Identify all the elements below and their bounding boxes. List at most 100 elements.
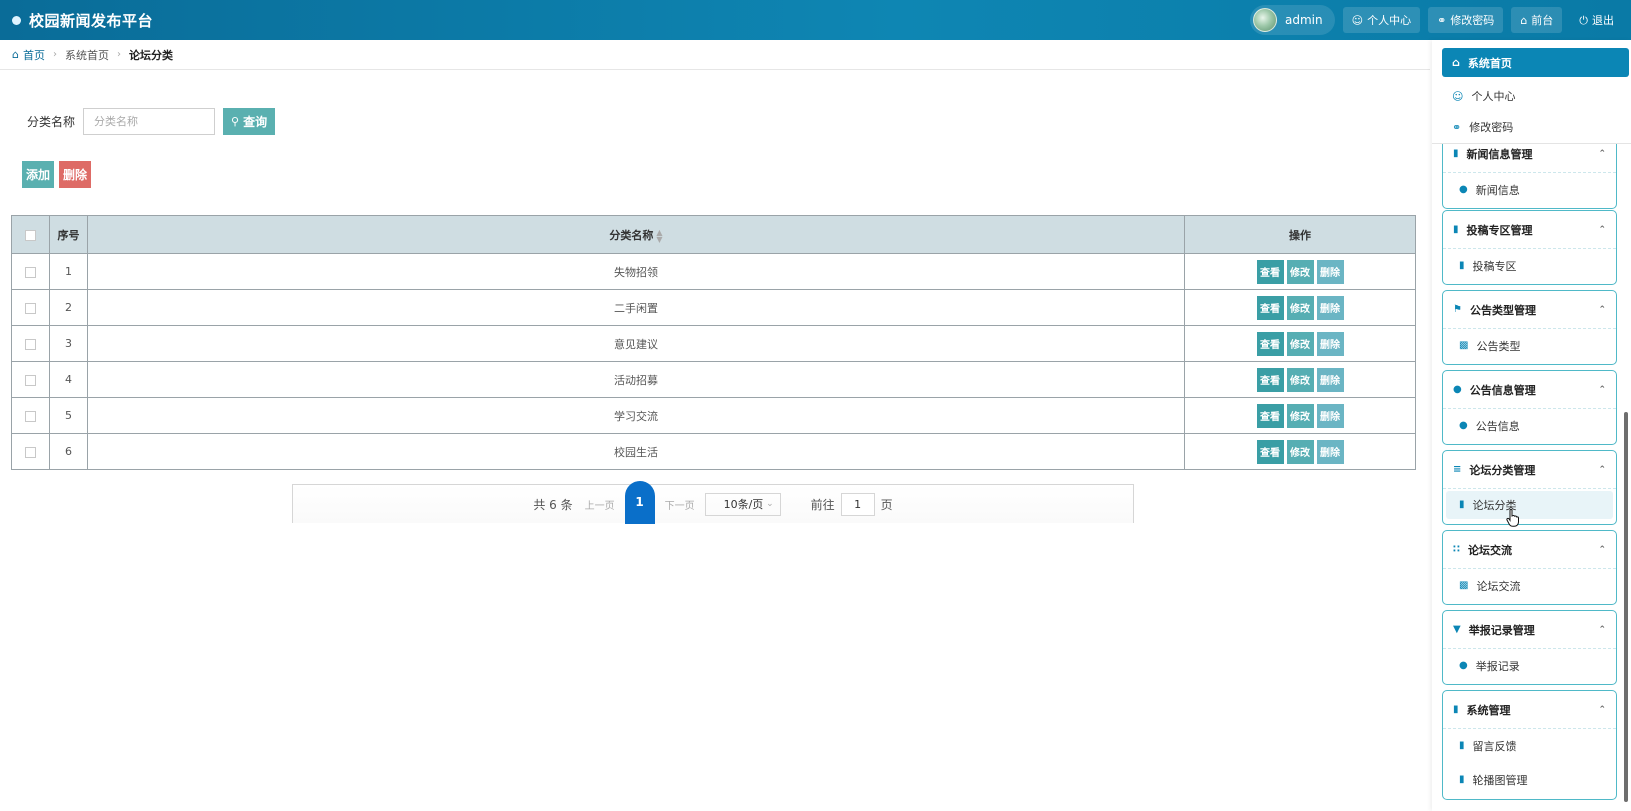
chevron-up-icon[interactable]: ⌃	[1598, 465, 1606, 475]
sidebar-personal-center-label: 个人中心	[1471, 90, 1516, 103]
search-input[interactable]	[83, 108, 216, 135]
chevron-right-icon: ›	[116, 49, 121, 60]
row-category-name: 活动招募	[86, 361, 1186, 398]
sidebar-item-personal-center[interactable]: ☺ 个人中心	[1442, 83, 1515, 109]
prev-page-button[interactable]: 上一页	[585, 497, 615, 512]
query-label: 查询	[243, 115, 268, 129]
sidebar-group-title: 举报记录管理	[1468, 623, 1535, 637]
sidebar-item[interactable]: ● 举报记录	[1443, 649, 1616, 683]
edit-button[interactable]: 修改	[1286, 403, 1314, 428]
sidebar-item[interactable]: ▮ 论坛分类	[1446, 491, 1613, 519]
select-all-checkbox[interactable]	[24, 229, 36, 241]
goto-page-input[interactable]	[840, 492, 875, 516]
sidebar-item[interactable]: ▩ 公告类型	[1443, 329, 1616, 363]
breadcrumb-level1[interactable]: 系统首页	[65, 47, 109, 63]
sidebar-item[interactable]: ● 新闻信息	[1443, 173, 1616, 207]
sidebar-group: ▮ 系统管理 ⌃ ▮ 留言反馈 ▮ 轮播图管理	[1442, 690, 1617, 800]
sidebar-item-home[interactable]: ⌂ 系统首页	[1442, 48, 1629, 77]
sidebar-item[interactable]: ▮ 留言反馈	[1443, 729, 1616, 763]
view-button[interactable]: 查看	[1256, 403, 1284, 428]
sort-icon[interactable]: ▲ ▼	[656, 228, 662, 243]
edit-button[interactable]: 修改	[1286, 295, 1314, 320]
category-table: 序号 分类名称 ▲ ▼ 操作 1 失物招领 查看 修改 删除 2 二手闲置 查看 修改 删除 3 意见建议…	[11, 215, 1416, 470]
row-checkbox[interactable]	[24, 410, 36, 422]
sidebar-scrollbar[interactable]	[1624, 412, 1628, 802]
user-name: admin	[1285, 13, 1323, 27]
view-button[interactable]: 查看	[1256, 331, 1284, 356]
home-icon: ⌂	[1520, 13, 1528, 27]
edit-button[interactable]: 修改	[1286, 439, 1314, 464]
chevron-right-icon: ›	[52, 49, 57, 60]
header-name-label: 分类名称	[609, 228, 654, 242]
sidebar-group-header[interactable]: ▮ 系统管理 ⌃	[1443, 691, 1616, 729]
row-checkbox[interactable]	[24, 338, 36, 350]
delete-button[interactable]: 删除	[1316, 259, 1344, 284]
view-button[interactable]: 查看	[1256, 259, 1284, 284]
view-button[interactable]: 查看	[1256, 439, 1284, 464]
front-end-button[interactable]: ⌂ 前台	[1511, 7, 1563, 33]
menu-item-icon: ▮	[1459, 740, 1465, 751]
chevron-up-icon[interactable]: ⌃	[1598, 705, 1606, 715]
view-button[interactable]: 查看	[1256, 367, 1284, 392]
view-button[interactable]: 查看	[1256, 295, 1284, 320]
query-button[interactable]: ⚲ 查询	[223, 108, 276, 135]
table-header-row: 序号 分类名称 ▲ ▼ 操作	[11, 215, 1416, 254]
sidebar-group-header[interactable]: ≡ 论坛分类管理 ⌃	[1443, 451, 1616, 489]
delete-button[interactable]: 删除	[1316, 331, 1344, 356]
sidebar-group-header[interactable]: ● 公告信息管理 ⌃	[1443, 371, 1616, 409]
edit-button[interactable]: 修改	[1286, 259, 1314, 284]
sidebar-item[interactable]: ▮ 轮播图管理	[1443, 763, 1616, 797]
row-checkbox[interactable]	[24, 302, 36, 314]
row-category-name: 二手闲置	[86, 289, 1186, 326]
goto-page: 前往 页	[811, 492, 893, 516]
sidebar-group-header[interactable]: ▼ 举报记录管理 ⌃	[1443, 611, 1616, 649]
change-password-button[interactable]: ⚭ 修改密码	[1428, 7, 1504, 33]
batch-delete-button[interactable]: 删除	[59, 161, 92, 188]
sidebar-group-header[interactable]: ⚑ 公告类型管理 ⌃	[1443, 291, 1616, 329]
row-checkbox[interactable]	[24, 446, 36, 458]
sidebar-group-header[interactable]: ▮ 投稿专区管理 ⌃	[1443, 211, 1616, 249]
sidebar-item-label: 举报记录	[1475, 660, 1520, 673]
group-icon: ▮	[1453, 703, 1459, 715]
logout-button[interactable]: ⏻ 退出	[1570, 7, 1623, 33]
chevron-up-icon[interactable]: ⌃	[1598, 305, 1606, 315]
table-row: 3 意见建议 查看 修改 删除	[11, 325, 1416, 362]
table-body: 1 失物招领 查看 修改 删除 2 二手闲置 查看 修改 删除 3 意见建议 查看 修改 删除 4 活动招募 查看…	[11, 253, 1416, 470]
sidebar-item[interactable]: ● 公告信息	[1443, 409, 1616, 443]
row-index: 6	[48, 433, 88, 470]
edit-button[interactable]: 修改	[1286, 331, 1314, 356]
edit-button[interactable]: 修改	[1286, 367, 1314, 392]
next-page-button[interactable]: 下一页	[665, 497, 695, 512]
table-row: 1 失物招领 查看 修改 删除	[11, 253, 1416, 290]
sidebar-item[interactable]: ▩ 论坛交流	[1443, 569, 1616, 603]
personal-center-button[interactable]: ☺ 个人中心	[1342, 7, 1421, 33]
row-checkbox[interactable]	[24, 266, 36, 278]
sidebar-item-change-password[interactable]: ⚭ 修改密码	[1442, 114, 1513, 140]
key-icon: ⚭	[1437, 13, 1447, 27]
sidebar-group-header[interactable]: ∷ 论坛交流 ⌃	[1443, 531, 1616, 569]
sidebar-item[interactable]: ▮ 投稿专区	[1443, 249, 1616, 283]
table-row: 5 学习交流 查看 修改 删除	[11, 397, 1416, 434]
add-button[interactable]: 添加	[22, 161, 55, 188]
page-number-current[interactable]: 1	[624, 480, 655, 524]
table-row: 6 校园生活 查看 修改 删除	[11, 433, 1416, 470]
user-menu[interactable]: admin	[1250, 5, 1335, 35]
change-password-label: 修改密码	[1450, 14, 1495, 27]
page-size-select[interactable]: 10条/页 ⌄	[704, 492, 781, 516]
row-checkbox[interactable]	[24, 374, 36, 386]
chevron-up-icon[interactable]: ⌃	[1598, 545, 1606, 555]
header-name[interactable]: 分类名称 ▲ ▼	[86, 215, 1186, 254]
menu-item-icon: ▮	[1459, 499, 1465, 510]
sidebar-group: ▮ 新闻信息管理 ⌃ ● 新闻信息	[1442, 134, 1617, 209]
chevron-up-icon[interactable]: ⌃	[1598, 225, 1606, 235]
chevron-up-icon[interactable]: ⌃	[1598, 625, 1606, 635]
breadcrumb-home[interactable]: ⌂ 首页	[12, 47, 45, 63]
delete-button[interactable]: 删除	[1316, 439, 1344, 464]
chevron-up-icon[interactable]: ⌃	[1598, 149, 1606, 159]
delete-button[interactable]: 删除	[1316, 367, 1344, 392]
chevron-up-icon[interactable]: ⌃	[1598, 385, 1606, 395]
logout-label: 退出	[1592, 14, 1614, 27]
delete-button[interactable]: 删除	[1316, 403, 1344, 428]
row-category-name: 校园生活	[86, 433, 1186, 470]
delete-button[interactable]: 删除	[1316, 295, 1344, 320]
